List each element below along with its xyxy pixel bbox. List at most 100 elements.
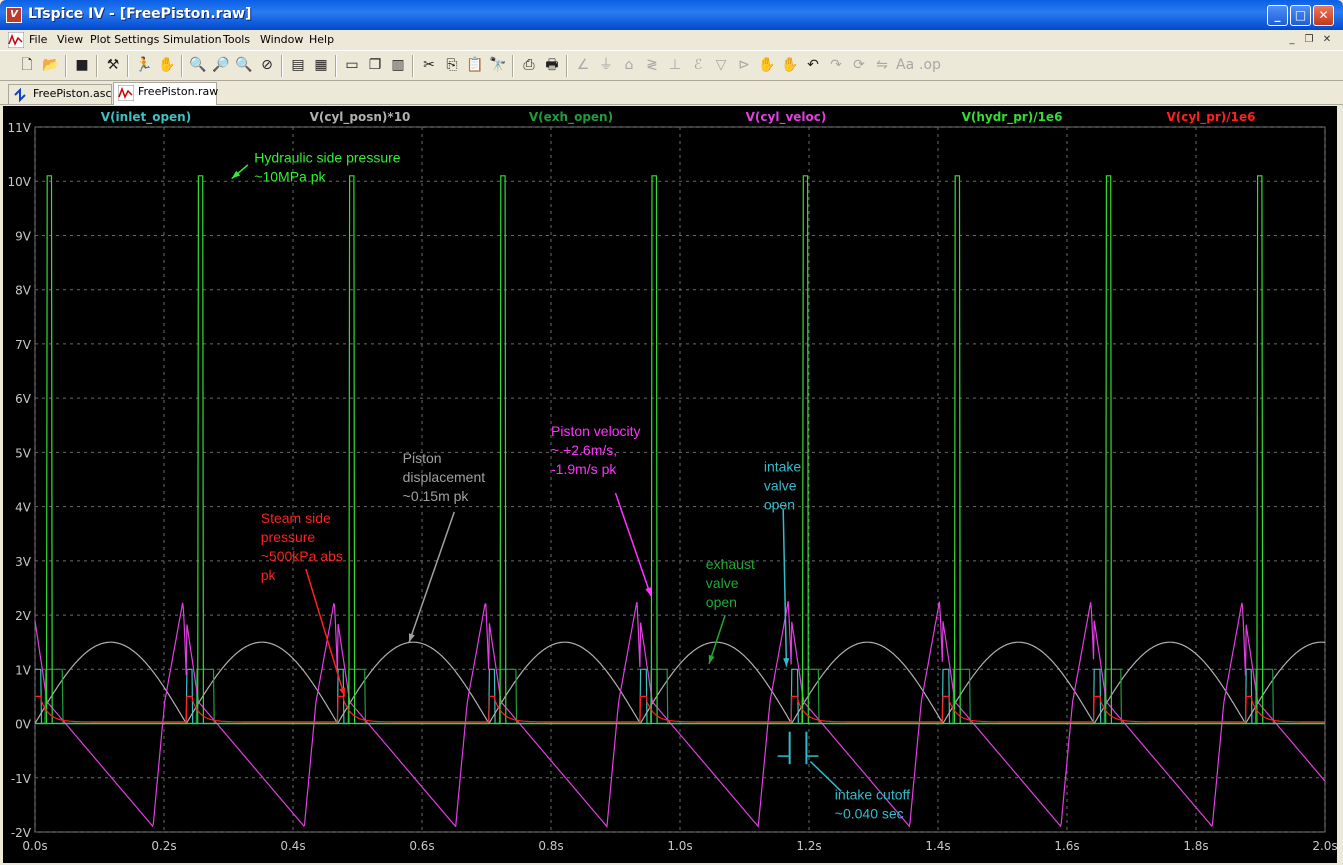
mdi-close-icon[interactable]: ✕ — [1320, 33, 1334, 47]
x-tick-label: 0.4s — [280, 839, 305, 853]
menu-file[interactable]: File — [29, 33, 47, 46]
zoom-in-icon[interactable]: 🔍 — [189, 56, 207, 74]
window-title: LTspice IV - [FreePiston.raw] — [28, 6, 252, 22]
control-panel-icon[interactable]: ⚒ — [104, 56, 122, 74]
zoom-cancel-icon[interactable]: ⊘ — [258, 56, 276, 74]
resistor-icon[interactable]: ≷ — [643, 56, 661, 74]
x-tick-label: 1.8s — [1183, 839, 1208, 853]
ltspice-logo-icon: V — [6, 7, 22, 23]
x-tick-label: 1.0s — [667, 839, 692, 853]
maximize-icon: □ — [1294, 8, 1307, 22]
x-tick-label: 2.0s — [1312, 839, 1337, 853]
tab-label: FreePiston.asc — [33, 87, 112, 100]
save-icon[interactable]: ■ — [73, 56, 91, 74]
toolbar-separator — [566, 55, 568, 77]
spice-directive-icon[interactable]: .op — [919, 56, 941, 74]
toolbar-separator — [512, 55, 514, 77]
new-schematic-icon[interactable]: 🗋 — [18, 56, 36, 74]
annotation-text: open — [764, 496, 795, 512]
cut-icon[interactable]: ✂ — [420, 56, 438, 74]
waveform-plot-pane[interactable]: 11V 10V 9V 8V 7V 6V 5V 4V 3V 2V 1V 0V -1V -2V 0.0s 0.2s… — [3, 106, 1337, 863]
drag-icon[interactable]: ✋ — [781, 56, 799, 74]
capacitor-icon[interactable]: ⊥ — [666, 56, 684, 74]
annotation-text: intake cutoff — [835, 786, 910, 802]
annotation-text: open — [706, 594, 737, 610]
mirror-icon[interactable]: ⇋ — [873, 56, 891, 74]
move-icon[interactable]: ✋ — [758, 56, 776, 74]
close-icon: ✕ — [1318, 8, 1329, 22]
trace-label: V(exh_open) — [529, 110, 613, 125]
tile-vertical-icon[interactable]: ▥ — [389, 56, 407, 74]
menu-plot-settings[interactable]: Plot Settings — [90, 33, 159, 46]
annotation-arrowhead — [645, 587, 652, 597]
trace-label: V(hydr_pr)/1e6 — [962, 110, 1063, 125]
tile-horizontal-icon[interactable]: ▭ — [343, 56, 361, 74]
menu-view[interactable]: View — [57, 33, 83, 46]
open-icon[interactable]: 📂 — [42, 56, 60, 74]
trace-label: V(cyl_posn)*10 — [310, 110, 411, 125]
zoom-out-icon[interactable]: 🔎 — [212, 56, 230, 74]
ground-icon[interactable]: ⏚ — [597, 56, 615, 74]
undo-icon[interactable]: ↶ — [804, 56, 822, 74]
y-tick-label: 5V — [15, 446, 32, 460]
rotate-icon[interactable]: ⟳ — [850, 56, 868, 74]
find-icon[interactable]: 🔭 — [489, 56, 507, 74]
close-button[interactable]: ✕ — [1313, 5, 1334, 26]
copy-icon[interactable]: ⎘ — [443, 56, 461, 74]
minimize-button[interactable]: _ — [1267, 5, 1288, 26]
menu-window[interactable]: Window — [260, 33, 303, 46]
redo-icon[interactable]: ↷ — [827, 56, 845, 74]
paste-icon[interactable]: 📋 — [466, 56, 484, 74]
toolbar-separator — [412, 55, 414, 77]
tab-freepiston-raw[interactable]: FreePiston.raw — [113, 82, 218, 105]
tab-freepiston-asc[interactable]: FreePiston.asc — [8, 84, 112, 104]
autorange-icon[interactable]: ▤ — [289, 56, 307, 74]
annotation-arrowhead — [339, 687, 346, 697]
toolbar-separator — [127, 55, 129, 77]
annotation-text: Hydraulic side pressure — [254, 149, 400, 165]
print-preview-icon[interactable]: ⎙ — [520, 56, 538, 74]
annotation-text: ~500kPa abs — [261, 548, 343, 564]
y-tick-label: 11V — [8, 121, 32, 135]
component-icon[interactable]: ⊳ — [735, 56, 753, 74]
y-tick-label: 2V — [15, 609, 32, 623]
annotation-text: pk — [261, 567, 277, 583]
mdi-restore-icon[interactable]: ❐ — [1302, 33, 1316, 47]
zoom-full-icon[interactable]: 🔍 — [235, 56, 253, 74]
mark-icon[interactable]: ▦ — [312, 56, 330, 74]
toolbar: 🗋 📂 ■ ⚒ 🏃 ✋ 🔍 🔎 🔍 ⊘ ▤ ▦ ▭ ❐ ▥ ✂ ⎘ 📋 🔭 ⎙ … — [0, 50, 1343, 81]
x-tick-label: 1.4s — [925, 839, 950, 853]
mdi-minimize-icon[interactable]: _ — [1285, 33, 1299, 47]
annotation-arrowhead — [408, 633, 415, 643]
menu-bar: File View Plot Settings Simulation Tools… — [0, 30, 1343, 50]
annotation-arrow — [408, 511, 455, 643]
inductor-icon[interactable]: ℰ — [689, 56, 707, 74]
run-icon[interactable]: 🏃 — [135, 56, 153, 74]
annotation-text: Piston velocity — [551, 423, 640, 439]
wire-icon[interactable]: ∠ — [574, 56, 592, 74]
text-icon[interactable]: Aa — [896, 56, 914, 74]
maximize-button[interactable]: □ — [1290, 5, 1311, 26]
y-tick-label: 0V — [15, 718, 32, 732]
annotation-text: Piston — [403, 450, 442, 466]
annotation-arrowhead — [783, 658, 790, 667]
diode-icon[interactable]: ▽ — [712, 56, 730, 74]
menu-tools[interactable]: Tools — [223, 33, 250, 46]
y-tick-label: -2V — [11, 826, 32, 840]
annotation-text: valve — [764, 477, 797, 493]
menu-help[interactable]: Help — [309, 33, 334, 46]
label-icon[interactable]: ⌂ — [620, 56, 638, 74]
y-tick-label: 6V — [15, 392, 32, 406]
cascade-icon[interactable]: ❐ — [366, 56, 384, 74]
annotation-text: -1.9m/s pk — [551, 461, 617, 477]
print-icon[interactable]: 🖶 — [543, 56, 561, 74]
halt-icon[interactable]: ✋ — [158, 56, 176, 74]
y-tick-label: 4V — [15, 501, 32, 515]
title-bar: V LTspice IV - [FreePiston.raw] _ □ ✕ — [0, 0, 1343, 30]
menu-simulation[interactable]: Simulation — [163, 33, 222, 46]
minimize-icon: _ — [1274, 8, 1281, 22]
toolbar-separator — [181, 55, 183, 77]
waveform-doc-icon — [8, 32, 24, 48]
waveform-plot[interactable]: 11V 10V 9V 8V 7V 6V 5V 4V 3V 2V 1V 0V -1V -2V0.0s 0.2s… — [3, 106, 1337, 863]
toolbar-separator — [96, 55, 98, 77]
